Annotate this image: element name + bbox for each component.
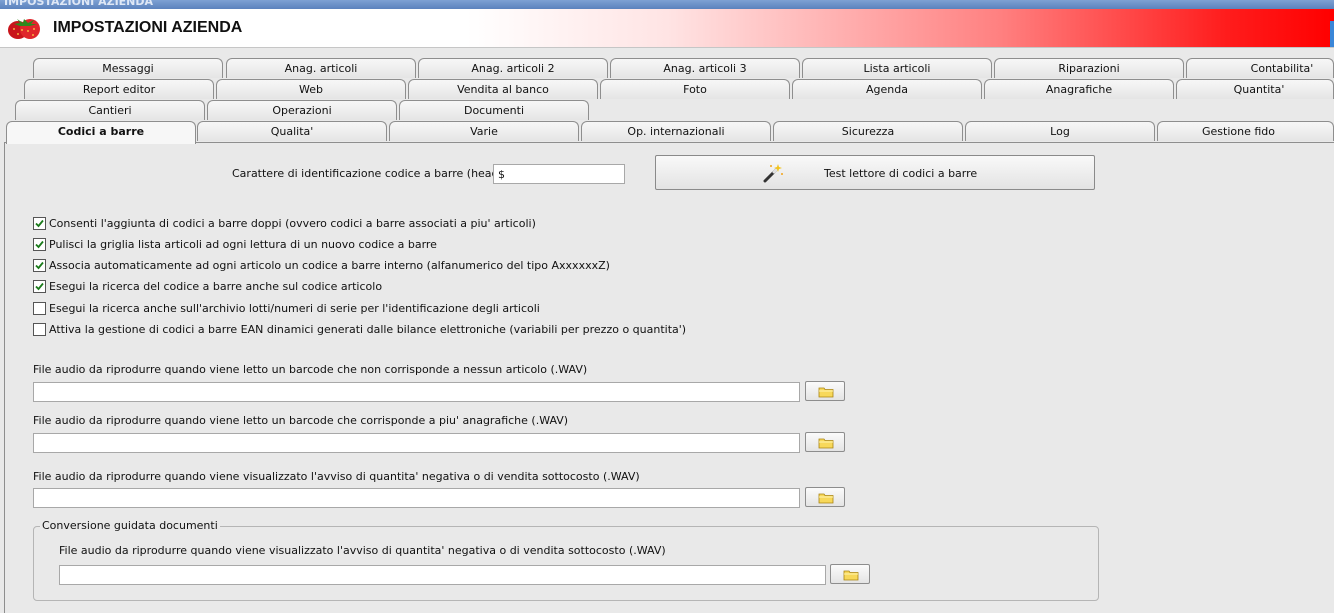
option-label: Associa automaticamente ad ogni articolo… [49, 259, 610, 272]
page-title: IMPOSTAZIONI AZIENDA [53, 19, 243, 36]
checkbox-checked[interactable] [33, 217, 46, 230]
tab-documenti[interactable]: Documenti [399, 100, 589, 120]
tab-vendita-al-banco[interactable]: Vendita al banco [408, 79, 598, 99]
header-edge-marker [1330, 21, 1334, 47]
audio-no-match-label: File audio da riprodurre quando viene le… [33, 363, 588, 376]
browse-audio-negative-qty-button[interactable] [805, 487, 845, 507]
audio-multiple-match-label: File audio da riprodurre quando viene le… [33, 414, 569, 427]
tab-codici-a-barre[interactable]: Codici a barre [6, 121, 196, 144]
folder-icon [818, 493, 834, 504]
tab-quantita[interactable]: Quantita' [1176, 79, 1334, 99]
conversion-group-box: Conversione guidata documenti [33, 519, 1099, 601]
tab-messaggi[interactable]: Messaggi [33, 58, 223, 78]
tab-log[interactable]: Log [965, 121, 1155, 141]
barcode-header-label: Carattere di identificazione codice a ba… [232, 167, 522, 180]
checkbox-checked[interactable] [33, 259, 46, 272]
tab-varie[interactable]: Varie [389, 121, 579, 141]
tab-lista-articoli[interactable]: Lista articoli [802, 58, 992, 78]
tab-cantieri[interactable]: Cantieri [15, 100, 205, 120]
tab-sicurezza[interactable]: Sicurezza [773, 121, 963, 141]
checkbox-unchecked[interactable] [33, 323, 46, 336]
tab-anagrafiche[interactable]: Anagrafiche [984, 79, 1174, 99]
tab-operazioni[interactable]: Operazioni [207, 100, 397, 120]
conversion-audio-input[interactable] [59, 565, 826, 585]
test-barcode-reader-button[interactable]: Test lettore di codici a barre [655, 155, 1095, 190]
page-header: IMPOSTAZIONI AZIENDA [0, 9, 1334, 48]
browse-conversion-audio-button[interactable] [830, 564, 870, 584]
tab-riparazioni[interactable]: Riparazioni [994, 58, 1184, 78]
conversion-audio-label: File audio da riprodurre quando viene vi… [59, 544, 666, 557]
tab-anag-articoli-3[interactable]: Anag. articoli 3 [610, 58, 800, 78]
window-title: IMPOSTAZIONI AZIENDA [4, 0, 154, 8]
checkbox-checked[interactable] [33, 280, 46, 293]
tab-report-editor[interactable]: Report editor [24, 79, 214, 99]
option-label: Esegui la ricerca anche sull'archivio lo… [49, 302, 540, 315]
tab-web[interactable]: Web [216, 79, 406, 99]
option-label: Attiva la gestione di codici a barre EAN… [49, 323, 687, 336]
option-label: Esegui la ricerca del codice a barre anc… [49, 280, 383, 293]
test-barcode-reader-label: Test lettore di codici a barre [824, 167, 978, 180]
tab-qualita[interactable]: Qualita' [197, 121, 387, 141]
checkbox-unchecked[interactable] [33, 302, 46, 315]
audio-negative-qty-input[interactable] [33, 488, 800, 508]
folder-icon [818, 438, 834, 449]
tab-op-internazionali[interactable]: Op. internazionali [581, 121, 771, 141]
option-label: Consenti l'aggiunta di codici a barre do… [49, 217, 536, 230]
conversion-group-title: Conversione guidata documenti [40, 519, 220, 532]
strawberry-icon [8, 19, 40, 39]
audio-negative-qty-label: File audio da riprodurre quando viene vi… [33, 470, 640, 483]
window-title-bar: IMPOSTAZIONI AZIENDA [0, 0, 1334, 9]
folder-icon [818, 387, 834, 398]
tab-contabilita[interactable]: Contabilita' [1186, 58, 1334, 78]
barcode-header-input[interactable] [493, 164, 625, 184]
audio-no-match-input[interactable] [33, 382, 800, 402]
browse-audio-multiple-match-button[interactable] [805, 432, 845, 452]
checkbox-checked[interactable] [33, 238, 46, 251]
magic-wand-icon [763, 164, 783, 183]
tab-anag-articoli-2[interactable]: Anag. articoli 2 [418, 58, 608, 78]
browse-audio-no-match-button[interactable] [805, 381, 845, 401]
tab-foto[interactable]: Foto [600, 79, 790, 99]
tab-gestione-fido[interactable]: Gestione fido [1157, 121, 1334, 141]
audio-multiple-match-input[interactable] [33, 433, 800, 453]
folder-icon [843, 570, 859, 581]
option-label: Pulisci la griglia lista articoli ad ogn… [49, 238, 437, 251]
tab-agenda[interactable]: Agenda [792, 79, 982, 99]
tab-anag-articoli[interactable]: Anag. articoli [226, 58, 416, 78]
